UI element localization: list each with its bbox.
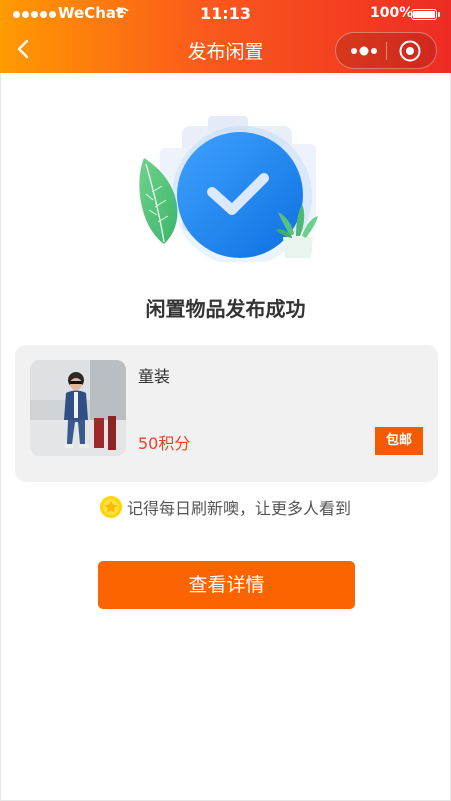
item-price: 50积分 (138, 434, 191, 453)
mini-program-capsule (335, 32, 437, 69)
battery-percent: 100% (370, 5, 414, 21)
header: WeChat 11:13 100% 发布闲置 (0, 0, 451, 73)
star-coin-icon (99, 496, 122, 518)
capsule-divider (386, 42, 387, 60)
more-menu-button[interactable] (349, 45, 385, 57)
item-card[interactable]: 童装 50积分 包邮 (15, 345, 438, 482)
status-bar: WeChat 11:13 100% (0, 0, 451, 28)
success-title: 闲置物品发布成功 (145, 297, 306, 321)
item-name: 童装 (138, 367, 171, 386)
free-shipping-badge: 包邮 (375, 427, 423, 455)
success-illustration (139, 116, 318, 262)
battery-icon (411, 9, 440, 20)
item-photo (30, 360, 126, 456)
view-details-button[interactable]: 查看详情 (98, 561, 355, 609)
close-mini-program-button[interactable] (398, 39, 422, 63)
tip-text: 记得每日刷新噢，让更多人看到 (126, 499, 351, 518)
refresh-tip: 记得每日刷新噢，让更多人看到 (0, 495, 451, 519)
